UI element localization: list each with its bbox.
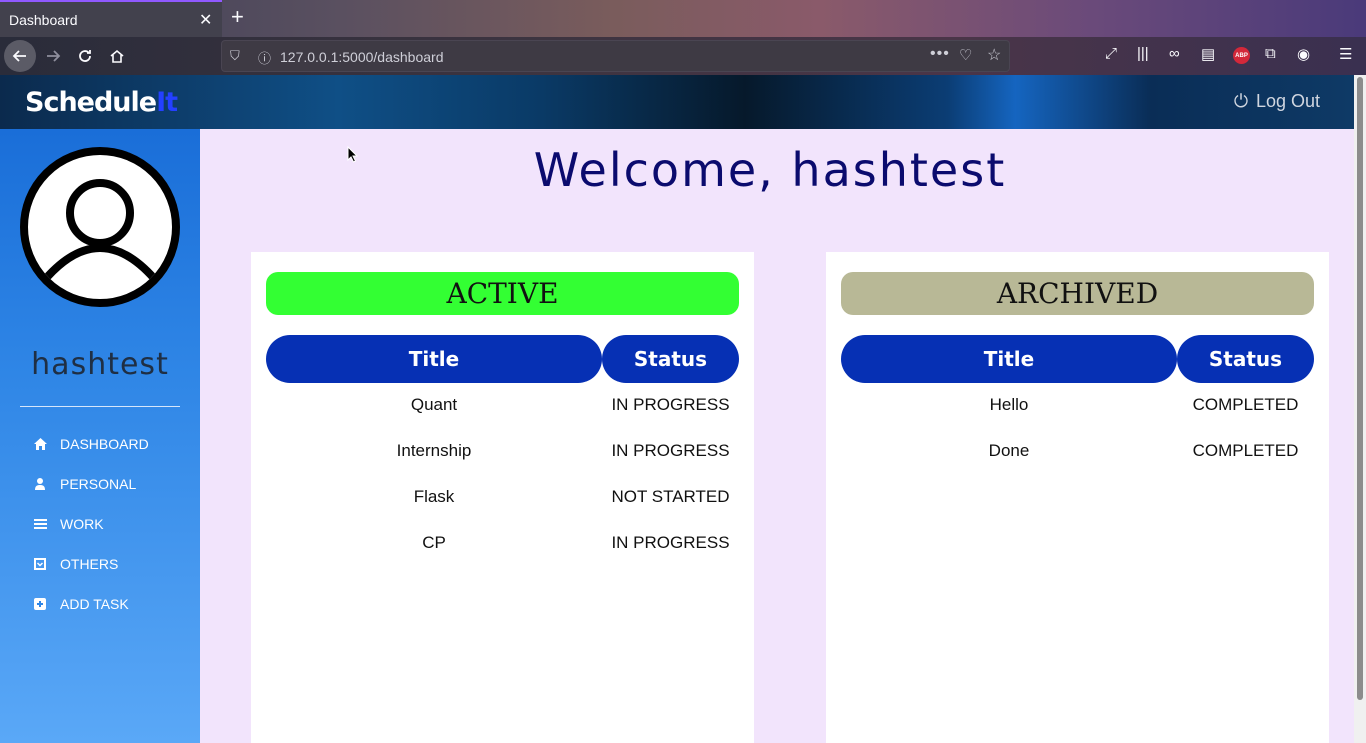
browser-nav-bar: ⛉ ⓘ 127.0.0.1:5000/dashboard ••• ♡ ☆ ⤢ |… bbox=[0, 37, 1366, 75]
brand-main: Schedule bbox=[25, 87, 157, 118]
sidebar-item-work[interactable]: WORK bbox=[33, 516, 104, 532]
forward-button[interactable] bbox=[38, 41, 68, 71]
home-button[interactable] bbox=[102, 41, 132, 71]
archived-heading: ARCHIVED bbox=[841, 272, 1314, 315]
sidebar-item-personal[interactable]: PERSONAL bbox=[33, 476, 136, 492]
task-status: IN PROGRESS bbox=[611, 395, 730, 414]
tab-close-icon[interactable]: ✕ bbox=[199, 10, 212, 30]
page-actions-icon[interactable]: ••• bbox=[930, 45, 950, 63]
extension-icon[interactable]: ⧉ bbox=[1265, 45, 1276, 62]
home-icon bbox=[33, 437, 47, 451]
power-icon: ⏻ bbox=[1233, 91, 1249, 111]
arrow-right-icon bbox=[47, 50, 61, 62]
sidebar-item-others[interactable]: OTHERS bbox=[33, 556, 118, 572]
column-header-title: Title bbox=[841, 335, 1177, 383]
tab-title: Dashboard bbox=[9, 12, 78, 28]
sidebar-item-label: OTHERS bbox=[60, 556, 119, 572]
reload-icon bbox=[79, 50, 91, 62]
adblock-icon[interactable]: ABP bbox=[1233, 47, 1250, 64]
url-text[interactable]: 127.0.0.1:5000/dashboard bbox=[280, 49, 443, 65]
sidebar-toggle-icon[interactable]: ▤ bbox=[1201, 45, 1215, 63]
private-mask-icon[interactable]: ∞ bbox=[1169, 45, 1180, 62]
library-icon[interactable]: ||| bbox=[1137, 45, 1149, 62]
account-icon[interactable]: ◉ bbox=[1297, 45, 1310, 63]
task-title[interactable]: Flask bbox=[266, 487, 602, 507]
user-avatar-icon bbox=[38, 179, 162, 286]
task-status: IN PROGRESS bbox=[611, 441, 730, 460]
brand-accent: It bbox=[156, 87, 178, 118]
menu-hamburger-icon[interactable]: ☰ bbox=[1339, 45, 1352, 63]
pocket-icon[interactable]: ♡ bbox=[959, 46, 972, 64]
logout-label: Log Out bbox=[1256, 91, 1321, 111]
brand-logo[interactable]: ScheduleIt bbox=[25, 87, 178, 118]
task-status: COMPLETED bbox=[1192, 395, 1299, 414]
active-heading: ACTIVE bbox=[266, 272, 739, 315]
column-header-status: Status bbox=[1177, 335, 1314, 383]
page-title: Welcome, hashtest bbox=[533, 143, 1007, 197]
sidebar: hashtest DASHBOARD PERSONAL WORK OTHERS … bbox=[0, 129, 200, 743]
scrollbar-thumb[interactable] bbox=[1357, 77, 1363, 700]
box-icon bbox=[33, 557, 47, 571]
browser-tab[interactable]: Dashboard ✕ bbox=[0, 0, 222, 37]
page-scrollbar[interactable] bbox=[1354, 75, 1366, 743]
task-status: NOT STARTED bbox=[611, 487, 730, 506]
new-tab-button[interactable]: + bbox=[231, 6, 244, 28]
task-status: IN PROGRESS bbox=[611, 533, 730, 552]
sidebar-item-label: WORK bbox=[60, 516, 104, 532]
task-title[interactable]: Hello bbox=[841, 395, 1177, 415]
back-button[interactable] bbox=[4, 40, 36, 72]
active-tasks-panel: ACTIVE Title Status Quant IN PROGRESS In… bbox=[251, 252, 754, 743]
info-icon[interactable]: ⓘ bbox=[258, 48, 271, 67]
task-title[interactable]: Internship bbox=[266, 441, 602, 461]
column-header-status: Status bbox=[602, 335, 739, 383]
app-header: ScheduleIt ⏻ Log Out bbox=[0, 75, 1354, 129]
mouse-cursor-icon bbox=[347, 146, 359, 163]
home-icon bbox=[110, 49, 124, 63]
fullscreen-icon[interactable]: ⤢ bbox=[1105, 45, 1117, 62]
task-title[interactable]: Quant bbox=[266, 395, 602, 415]
bookmark-star-icon[interactable]: ☆ bbox=[987, 45, 1001, 65]
sidebar-item-label: ADD TASK bbox=[60, 596, 129, 612]
main-content: Welcome, hashtest ACTIVE Title Status Qu… bbox=[200, 129, 1354, 743]
user-icon bbox=[33, 477, 47, 491]
task-title[interactable]: Done bbox=[841, 441, 1177, 461]
task-title[interactable]: CP bbox=[266, 533, 602, 553]
archived-tasks-panel: ARCHIVED Title Status Hello COMPLETED Do… bbox=[826, 252, 1329, 743]
reload-button[interactable] bbox=[70, 41, 100, 71]
sidebar-username: hashtest bbox=[31, 347, 169, 382]
plus-square-icon bbox=[33, 597, 47, 611]
shield-icon[interactable]: ⛉ bbox=[230, 48, 240, 64]
task-status: COMPLETED bbox=[1192, 441, 1299, 460]
list-icon bbox=[33, 517, 47, 531]
browser-tab-bar: Dashboard ✕ + bbox=[0, 0, 1366, 37]
sidebar-item-dashboard[interactable]: DASHBOARD bbox=[33, 436, 149, 452]
url-bar[interactable]: ⛉ ⓘ 127.0.0.1:5000/dashboard ••• ♡ ☆ bbox=[221, 40, 1010, 72]
sidebar-divider bbox=[20, 406, 180, 407]
sidebar-item-label: DASHBOARD bbox=[60, 436, 149, 452]
arrow-left-icon bbox=[12, 50, 26, 62]
column-header-title: Title bbox=[266, 335, 602, 383]
sidebar-item-label: PERSONAL bbox=[60, 476, 137, 492]
avatar bbox=[20, 147, 180, 307]
logout-button[interactable]: ⏻ Log Out bbox=[1232, 91, 1320, 112]
sidebar-item-add-task[interactable]: ADD TASK bbox=[33, 596, 129, 612]
